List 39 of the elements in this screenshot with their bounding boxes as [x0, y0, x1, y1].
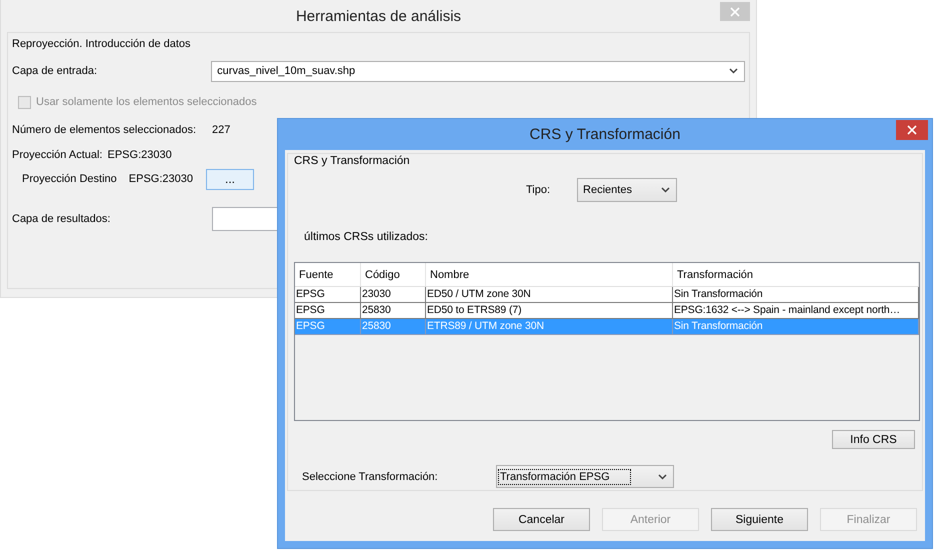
column-header[interactable]: Transformación — [673, 263, 919, 286]
table-cell: 25830 — [361, 319, 426, 335]
field-label: Capa de entrada: — [12, 65, 98, 77]
table-cell: EPSG — [295, 319, 361, 335]
window-title: Herramientas de análisis — [296, 8, 462, 24]
table-row[interactable]: EPSG 23030 ED50 / UTM zone 30N Sin Transformación — [295, 287, 919, 303]
group-title: CRS y Transformación — [294, 154, 411, 169]
table-row[interactable]: EPSG 25830 ED50 to ETRS89 (7) EPSG:1632 <--> Spain - mainland except north… — [295, 303, 919, 319]
checkbox-label: Usar solamente los elementos seleccionados — [36, 96, 257, 108]
dialog-button[interactable]: Cancelar — [493, 508, 590, 531]
count-value: 227 — [212, 124, 230, 136]
close-icon — [907, 125, 917, 135]
list-label: últimos CRSs utilizados: — [304, 231, 428, 243]
transformation-dropdown[interactable]: Transformación EPSG — [496, 465, 674, 488]
field-label: Proyección Destino — [22, 173, 117, 185]
section-title: Reproyección. Introducción de datos — [12, 38, 191, 50]
table-cell: Sin Transformación — [673, 319, 919, 335]
close-icon — [730, 6, 740, 16]
field-label: Número de elementos seleccionados: — [12, 124, 198, 136]
type-label: Tipo: — [526, 184, 550, 196]
projection-value: EPSG:23030 — [128, 173, 193, 185]
layer-dropdown[interactable]: curvas_nivel_10m_suav.shp — [211, 60, 745, 82]
column-header[interactable]: Código — [361, 263, 426, 286]
type-dropdown[interactable]: Recientes — [577, 178, 678, 202]
chevron-down-icon — [729, 68, 738, 74]
transformation-label: Seleccione Transformación: — [302, 470, 439, 482]
dialog-button[interactable]: Siguiente — [711, 508, 808, 531]
close-button[interactable] — [896, 120, 928, 140]
window-title: CRS y Transformación — [530, 126, 680, 143]
chevron-down-icon — [658, 474, 667, 480]
info-button[interactable]: Info CRS — [832, 430, 915, 449]
browse-button[interactable]: ... — [206, 168, 254, 190]
column-header[interactable]: Fuente — [295, 263, 361, 286]
table-cell: ETRS89 / UTM zone 30N — [426, 319, 673, 335]
chevron-down-icon — [661, 187, 670, 193]
column-header[interactable]: Nombre — [426, 263, 673, 286]
projection-value: EPSG:23030 — [108, 149, 172, 161]
field-label: Proyección Actual: — [12, 149, 102, 161]
field-label: Capa de resultados: — [12, 213, 112, 225]
